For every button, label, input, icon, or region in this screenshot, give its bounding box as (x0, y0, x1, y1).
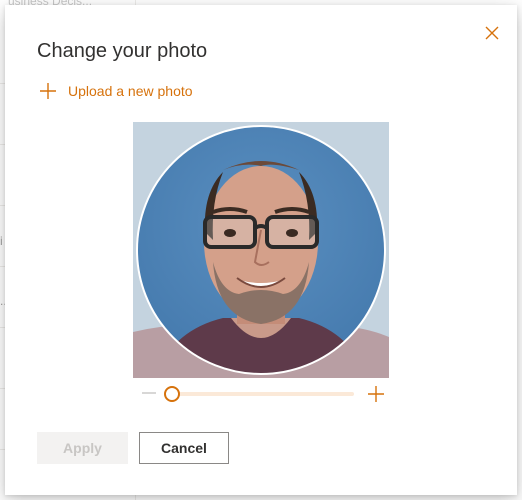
zoom-slider[interactable] (138, 382, 390, 404)
zoom-out-icon[interactable] (142, 386, 156, 400)
change-photo-dialog: Change your photo Upload a new photo App… (5, 5, 517, 495)
apply-button[interactable]: Apply (37, 432, 128, 464)
photo-crop-area[interactable] (133, 122, 389, 378)
close-button[interactable] (481, 22, 503, 44)
dialog-title: Change your photo (37, 40, 208, 62)
profile-photo (133, 122, 389, 378)
zoom-slider-track[interactable] (172, 392, 354, 396)
close-icon (485, 26, 499, 40)
upload-photo-label: Upload a new photo (68, 83, 193, 99)
zoom-slider-thumb[interactable] (164, 386, 180, 402)
cancel-button[interactable]: Cancel (139, 432, 229, 464)
upload-photo-button[interactable]: Upload a new photo (39, 80, 193, 102)
zoom-in-icon[interactable] (368, 386, 384, 402)
plus-icon (40, 83, 56, 99)
